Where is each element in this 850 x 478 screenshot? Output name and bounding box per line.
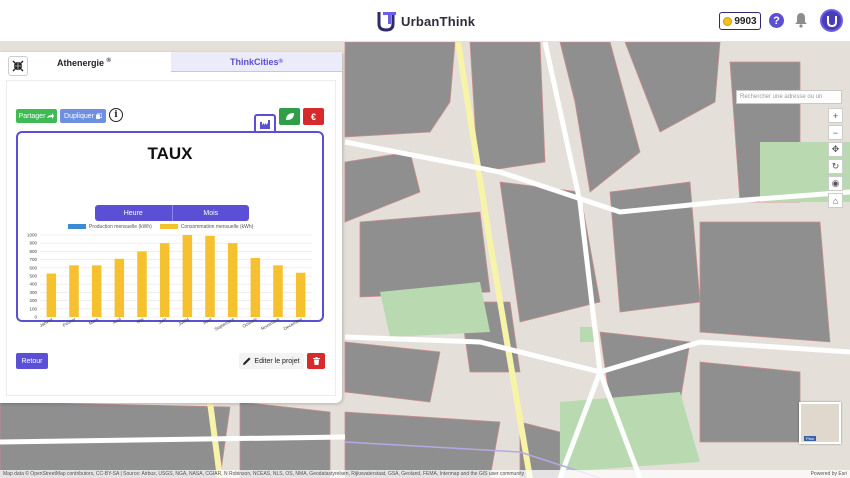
period-toggle: Heure Mois [95,205,249,221]
tab-thinkcities[interactable]: ThinkCities ® [171,52,342,72]
collapse-arrows-icon [12,60,24,72]
y-tick-label: 900 [29,241,37,246]
tab-athenergie-label: Athenergie ® [57,58,111,68]
bar-consumption [137,251,147,317]
chart-card: TAUX Heure Mois Production mensuelle (kW… [16,131,324,332]
brand-logo[interactable]: UrbanThink [377,10,475,32]
toggle-month[interactable]: Mois [171,205,249,221]
tab-finance[interactable]: € [303,108,324,125]
powered-by[interactable]: Powered by Esri [811,470,847,478]
coin-count: 9903 [734,15,757,27]
collapse-panel-button[interactable] [8,56,28,76]
bar-consumption [205,235,215,317]
info-icon[interactable]: i [109,108,123,122]
edit-project-button[interactable]: Editer le projet [239,353,304,369]
back-button[interactable]: Retour [16,353,48,369]
tab-ecology[interactable] [279,108,300,125]
factory-icon [260,119,270,129]
user-avatar[interactable] [820,9,843,32]
coin-icon [723,16,733,26]
attribution-text: Map data © OpenStreetMap contributors, C… [3,471,525,477]
y-tick-label: 700 [29,257,37,262]
duplicate-button[interactable]: Dupliquer [60,109,106,123]
tab-athenergie[interactable]: Athenergie ® [0,52,171,76]
toggle-hour[interactable]: Heure [95,205,172,221]
y-tick-label: 300 [29,290,37,295]
pencil-icon [243,357,251,365]
map-toolbar: + − ✥ ↻ ◉ ⌂ [828,108,843,208]
legend-production[interactable]: Production mensuelle (kWh) [68,224,152,230]
brand-name: UrbanThink [401,13,476,29]
coin-balance[interactable]: 9903 [719,12,761,30]
y-tick-label: 1000 [27,233,38,238]
chart-title: TAUX [147,144,193,163]
y-tick-label: 100 [29,306,37,311]
bar-chart: 01002003004005006007008009001000Janvier F… [27,233,312,332]
y-tick-label: 500 [29,274,37,279]
copy-icon [95,113,102,119]
bar-consumption [227,243,238,317]
tab-thinkcities-label: ThinkCities [230,56,279,67]
bar-consumption [69,265,79,317]
bar-consumption [114,258,125,317]
y-tick-label: 600 [29,265,37,270]
tab-energy[interactable] [254,114,276,132]
share-button[interactable]: Partager [16,109,57,123]
legend-consumption[interactable]: Consommation mensuelle (kWh) [159,224,253,230]
leaf-icon [285,113,294,120]
bell-icon[interactable] [794,12,808,28]
zoom-out-icon[interactable]: − [828,125,843,140]
rotate-icon[interactable]: ↻ [828,159,843,174]
bar-consumption [250,257,261,317]
legend-swatch-production [68,224,86,230]
bar-consumption [46,273,57,317]
y-tick-label: 200 [29,298,37,303]
trash-icon [312,357,320,365]
pan-icon[interactable]: ✥ [828,142,843,157]
home-icon[interactable]: ⌂ [828,193,843,208]
zoom-in-icon[interactable]: + [828,108,843,123]
bar-consumption [159,243,170,317]
map-attribution: Map data © OpenStreetMap contributors, C… [0,470,850,478]
delete-project-button[interactable] [307,353,325,369]
bar-consumption [182,235,193,317]
y-tick-label: 0 [34,315,37,320]
top-bar: UrbanThink 9903 ? [0,0,850,42]
bar-consumption [91,265,102,317]
logo-mark-icon [377,12,396,32]
y-tick-label: 800 [29,249,37,254]
chart-legend: Production mensuelle (kWh) Consommation … [68,224,253,230]
basemap-label: Plan [804,436,817,441]
y-tick-label: 400 [29,282,37,287]
legend-swatch-consumption [159,224,178,230]
avatar-logo-icon [826,15,837,27]
compass-icon[interactable]: ◉ [828,176,843,191]
help-icon[interactable]: ? [769,13,784,28]
share-arrow-icon [47,113,55,119]
bar-consumption [295,272,306,317]
bar-consumption [273,265,283,317]
map-search-input[interactable]: Rechercher une adresse ou un [736,90,842,104]
